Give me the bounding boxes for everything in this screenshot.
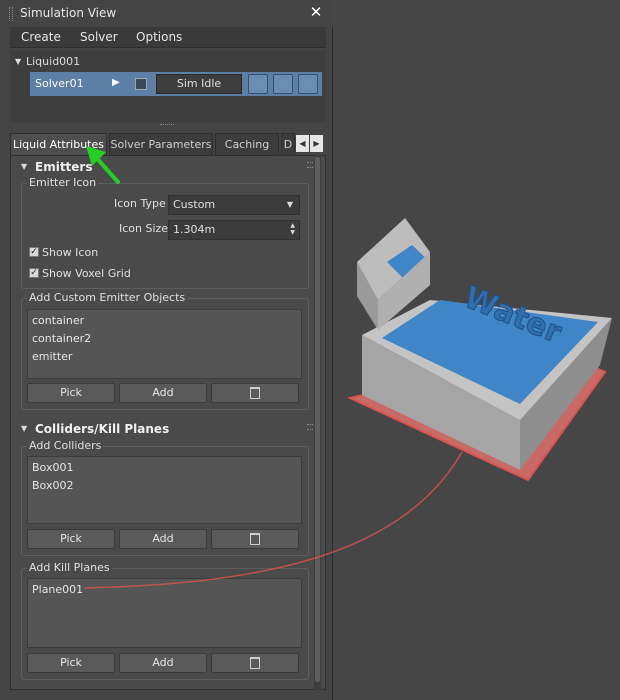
colliders-title: Colliders/Kill Planes	[35, 422, 170, 436]
check-icon: ✓	[29, 268, 39, 278]
list-item[interactable]: Box002	[32, 479, 73, 492]
solver-tree: ▼ Liquid001 Solver01 ▶ Sim Idle	[10, 50, 326, 122]
solver-tool-1-icon[interactable]	[248, 74, 268, 94]
tab-content: ▼ Emitters Emitter Icon Icon Type Custom…	[10, 155, 326, 690]
status-display: Sim Idle	[156, 74, 242, 94]
emitter-icon-group-label: Emitter Icon	[27, 176, 99, 189]
colliders-list[interactable]: Box001 Box002	[27, 456, 302, 524]
show-icon-label: Show Icon	[42, 246, 99, 259]
rollout-grip-icon[interactable]	[307, 424, 313, 430]
trash-icon	[250, 387, 260, 399]
icon-type-label: Icon Type	[114, 197, 166, 210]
tree-root-liquid[interactable]: Liquid001	[26, 55, 80, 68]
solver-row[interactable]: Solver01 ▶ Sim Idle	[30, 72, 322, 96]
custom-emitter-group-label: Add Custom Emitter Objects	[27, 291, 188, 304]
remove-kill-plane-button[interactable]	[211, 653, 299, 673]
check-icon: ✓	[29, 247, 39, 257]
tab-scroll-right-icon[interactable]: ▶	[310, 135, 323, 152]
emitters-title: Emitters	[35, 160, 93, 174]
list-item[interactable]: Box001	[32, 461, 73, 474]
tab-solver-parameters[interactable]: Solver Parameters	[109, 133, 213, 155]
remove-emitter-button[interactable]	[211, 383, 299, 403]
panel-scrollbar[interactable]	[314, 155, 321, 690]
expand-triangle-icon[interactable]: ▼	[15, 57, 21, 66]
add-emitter-button[interactable]: Add	[119, 383, 207, 403]
show-icon-checkbox[interactable]: ✓ Show Icon	[29, 246, 149, 260]
icon-size-value: 1.304m	[173, 223, 216, 236]
close-icon[interactable]: ✕	[308, 3, 324, 21]
tab-bar: Liquid Attributes Solver Parameters Cach…	[10, 133, 326, 155]
splitter-handle[interactable]	[160, 124, 174, 126]
drag-grip-icon[interactable]	[9, 7, 13, 21]
menu-options[interactable]: Options	[136, 30, 182, 44]
tab-scroll-left-icon[interactable]: ◀	[296, 135, 309, 152]
list-item[interactable]: Plane001	[32, 583, 83, 596]
show-voxel-grid-checkbox[interactable]: ✓ Show Voxel Grid	[29, 267, 169, 281]
menu-bar: Create Solver Options	[10, 27, 326, 48]
play-icon[interactable]: ▶	[112, 77, 120, 88]
emitters-rollout-header[interactable]: ▼ Emitters	[15, 158, 315, 176]
icon-size-label: Icon Size	[119, 222, 169, 235]
emitter-objects-list[interactable]: container container2 emitter	[27, 309, 302, 379]
custom-emitter-group: Add Custom Emitter Objects container con…	[21, 291, 309, 410]
icon-type-dropdown[interactable]: Custom ▼	[168, 195, 300, 215]
pick-emitter-button[interactable]: Pick	[27, 383, 115, 403]
spinner-arrows-icon[interactable]: ▲ ▼	[290, 222, 295, 236]
scene-svg: Water	[346, 218, 612, 482]
window-title: Simulation View	[20, 6, 117, 20]
solver-tool-2-icon[interactable]	[273, 74, 293, 94]
show-voxel-grid-label: Show Voxel Grid	[42, 267, 131, 280]
trash-icon	[250, 657, 260, 669]
pick-collider-button[interactable]: Pick	[27, 529, 115, 549]
list-item[interactable]: container	[32, 314, 84, 327]
tab-caching[interactable]: Caching	[215, 133, 279, 155]
add-colliders-group-label: Add Colliders	[27, 439, 104, 452]
scrollbar-thumb[interactable]	[315, 157, 320, 682]
viewport-3d[interactable]: Water	[333, 0, 620, 700]
menu-solver[interactable]: Solver	[80, 30, 118, 44]
remove-collider-button[interactable]	[211, 529, 299, 549]
list-item[interactable]: container2	[32, 332, 91, 345]
icon-size-spinner[interactable]: 1.304m ▲ ▼	[168, 220, 300, 240]
collapse-triangle-icon: ▼	[21, 424, 28, 433]
solver-tool-3-icon[interactable]	[298, 74, 318, 94]
add-colliders-group: Add Colliders Box001 Box002 Pick Add	[21, 439, 309, 556]
colliders-rollout-header[interactable]: ▼ Colliders/Kill Planes	[15, 420, 315, 438]
collapse-triangle-icon: ▼	[21, 162, 28, 171]
list-item[interactable]: emitter	[32, 350, 72, 363]
add-kill-planes-group: Add Kill Planes Plane001 Pick Add	[21, 561, 309, 680]
chevron-down-icon: ▼	[286, 200, 293, 209]
add-kill-planes-group-label: Add Kill Planes	[27, 561, 112, 574]
rollout-grip-icon[interactable]	[307, 162, 313, 168]
add-collider-button[interactable]: Add	[119, 529, 207, 549]
kill-planes-list[interactable]: Plane001	[27, 578, 302, 648]
menu-create[interactable]: Create	[21, 30, 61, 44]
add-kill-plane-button[interactable]: Add	[119, 653, 207, 673]
tab-liquid-attributes[interactable]: Liquid Attributes	[10, 133, 107, 155]
solver-checkbox[interactable]	[135, 78, 147, 90]
tab-d[interactable]: D	[281, 133, 295, 155]
emitter-icon-group: Emitter Icon Icon Type Custom ▼ Icon Siz…	[21, 176, 309, 289]
solver-name: Solver01	[35, 77, 84, 90]
pick-kill-plane-button[interactable]: Pick	[27, 653, 115, 673]
title-bar[interactable]: Simulation View ✕	[0, 0, 333, 27]
icon-type-value: Custom	[173, 198, 216, 211]
simulation-view-panel: Simulation View ✕ Create Solver Options …	[0, 0, 333, 700]
trash-icon	[250, 533, 260, 545]
